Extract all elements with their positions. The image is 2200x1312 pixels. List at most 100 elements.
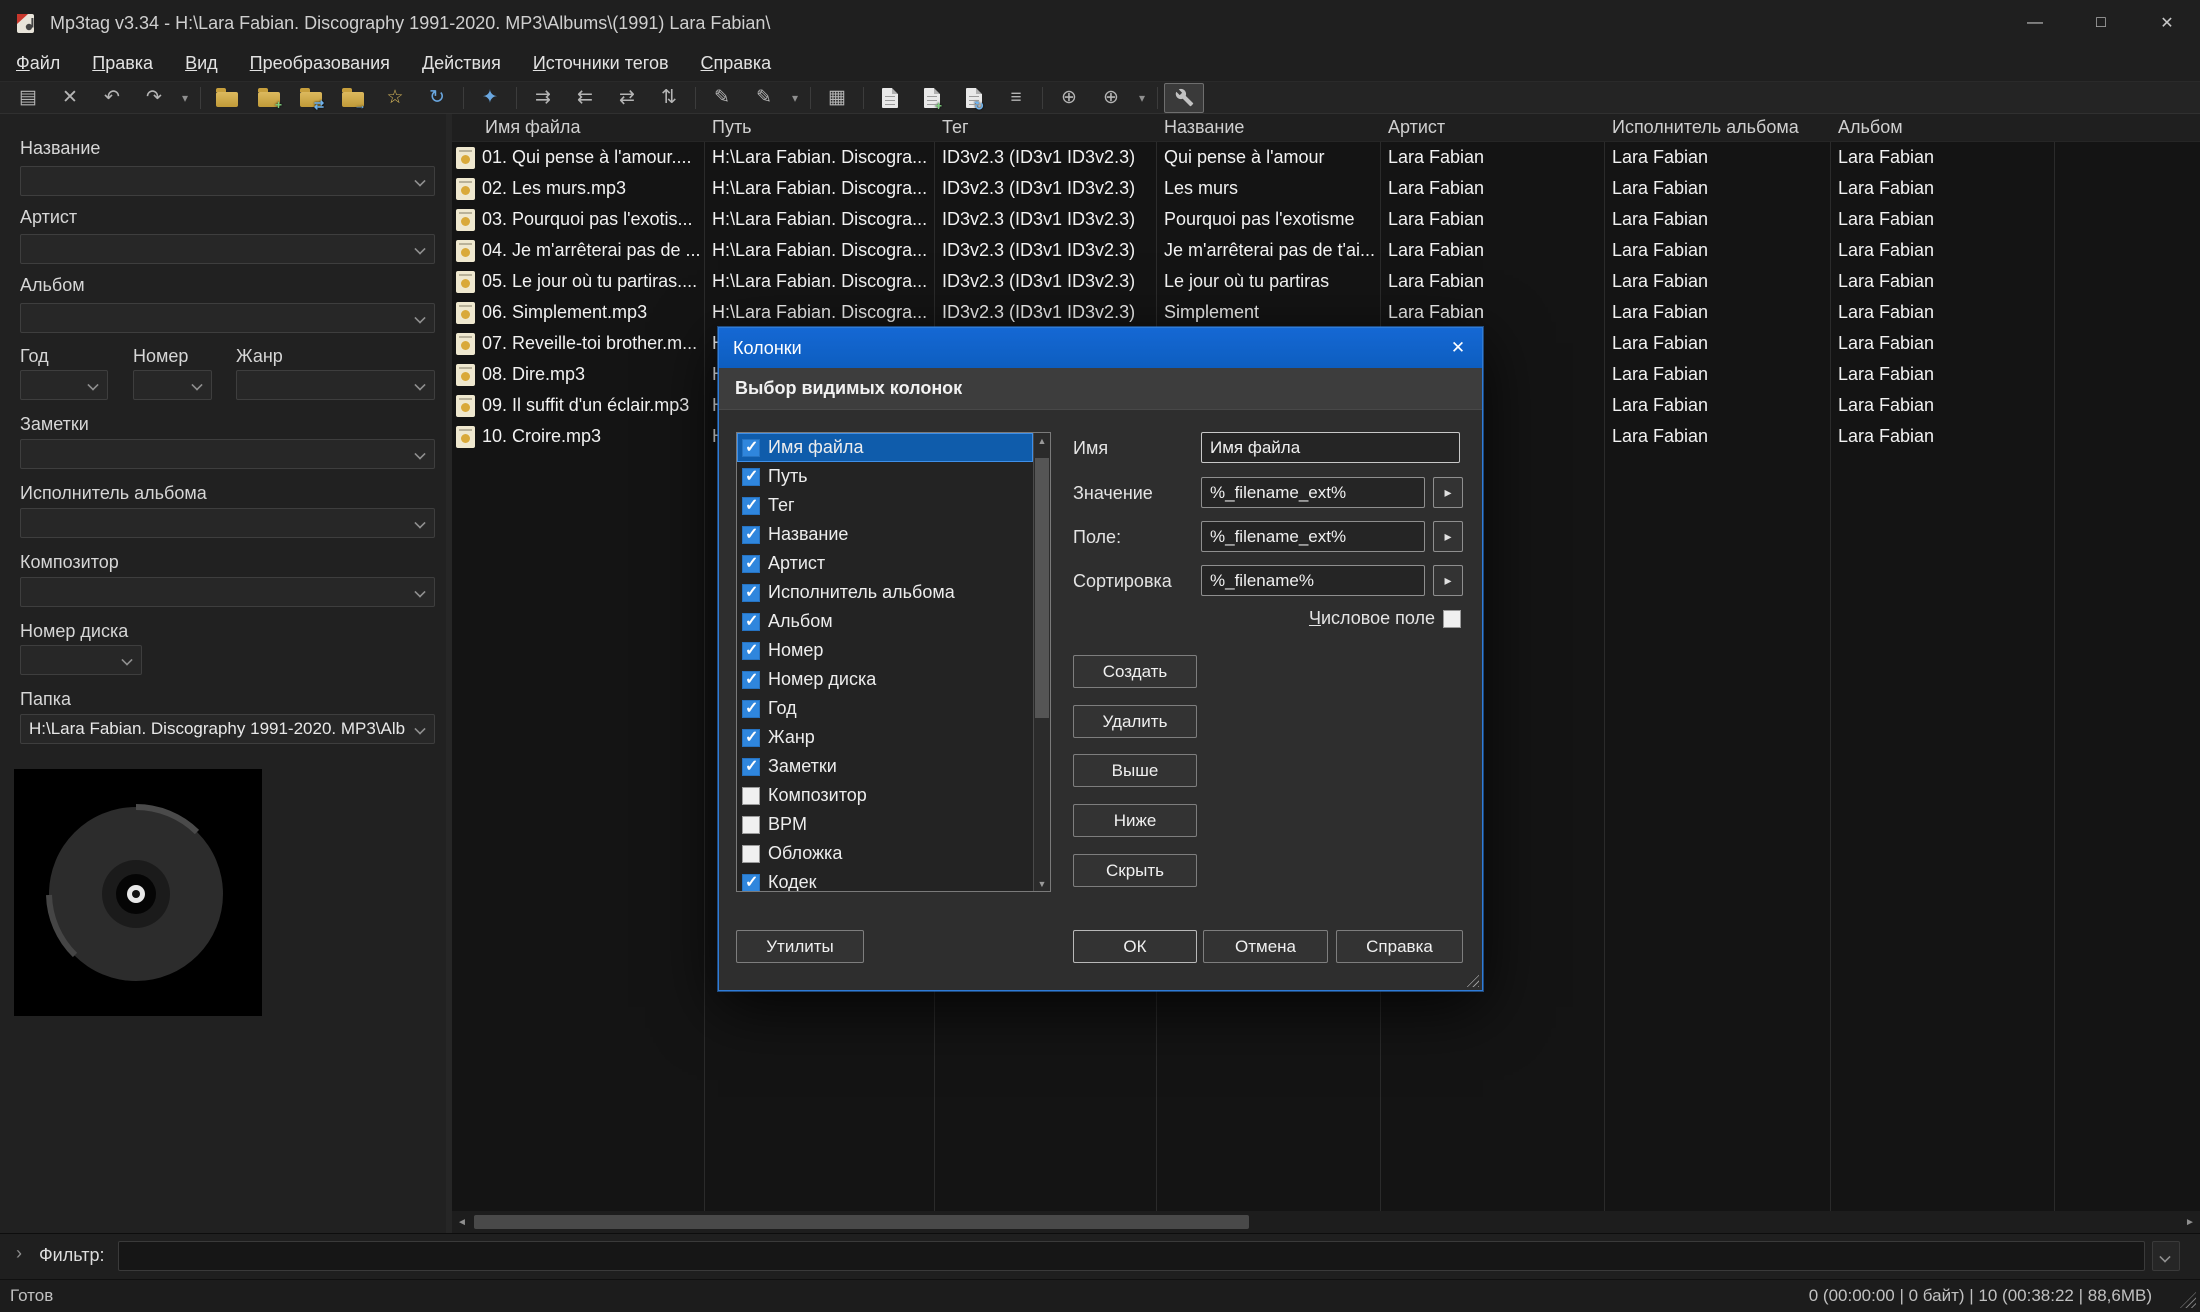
actions-button[interactable]: ✎ bbox=[702, 83, 742, 113]
column-name-input[interactable] bbox=[1201, 432, 1460, 463]
add-directory-button[interactable]: + bbox=[249, 83, 289, 113]
chevron-down-icon[interactable] bbox=[414, 243, 425, 254]
filter-history-button[interactable] bbox=[2152, 1241, 2180, 1271]
menu-item[interactable]: Вид bbox=[169, 46, 234, 81]
header-title[interactable]: Название bbox=[1156, 114, 1380, 141]
chevron-down-icon[interactable] bbox=[414, 586, 425, 597]
column-list-item[interactable]: Название bbox=[737, 520, 1033, 549]
column-list-item[interactable]: Имя файла bbox=[737, 433, 1033, 462]
genre-combobox[interactable] bbox=[236, 370, 435, 400]
table-row[interactable]: 04. Je m'arrêterai pas de ... H:\Lara Fa… bbox=[452, 235, 2200, 266]
header-path[interactable]: Путь bbox=[704, 114, 934, 141]
checkbox-icon[interactable] bbox=[742, 526, 760, 544]
chevron-down-icon[interactable] bbox=[414, 312, 425, 323]
column-list-item[interactable]: BPM bbox=[737, 810, 1033, 839]
artist-combobox[interactable] bbox=[20, 234, 435, 264]
help-button[interactable]: Справка bbox=[1336, 930, 1463, 963]
scrollbar-thumb[interactable] bbox=[1035, 458, 1049, 718]
header-filename[interactable]: Имя файла bbox=[452, 114, 704, 141]
menu-item[interactable]: Файл bbox=[0, 46, 76, 81]
column-list-item[interactable]: Обложка bbox=[737, 839, 1033, 868]
actions-quick-button[interactable]: ✎ bbox=[744, 83, 784, 113]
checkbox-icon[interactable] bbox=[742, 671, 760, 689]
playlist-refresh-button[interactable]: ↻ bbox=[954, 83, 994, 113]
tag-to-filename-button[interactable]: ⇉ bbox=[523, 83, 563, 113]
actions-dropdown-button[interactable]: ▾ bbox=[786, 83, 804, 113]
save-tag-button[interactable]: ▤ bbox=[8, 83, 48, 113]
comment-combobox[interactable] bbox=[20, 439, 435, 469]
utilities-button[interactable]: Утилиты bbox=[736, 930, 864, 963]
checkbox-icon[interactable] bbox=[742, 700, 760, 718]
value-input[interactable] bbox=[1201, 477, 1425, 508]
filter-input[interactable] bbox=[118, 1241, 2145, 1271]
checkbox-icon[interactable] bbox=[742, 497, 760, 515]
menu-item[interactable]: Правка bbox=[76, 46, 169, 81]
favorites-button[interactable]: ☆ bbox=[375, 83, 415, 113]
close-button[interactable]: ✕ bbox=[2134, 0, 2200, 46]
checkbox-icon[interactable] bbox=[742, 584, 760, 602]
move-directory-button[interactable]: → bbox=[333, 83, 373, 113]
column-list-item[interactable]: Исполнитель альбома bbox=[737, 578, 1033, 607]
sort-expand-button[interactable]: ▸ bbox=[1433, 565, 1463, 596]
sort-input[interactable] bbox=[1201, 565, 1425, 596]
redo-button[interactable]: ↷ bbox=[134, 83, 174, 113]
album-combobox[interactable] bbox=[20, 303, 435, 333]
scroll-left-button[interactable]: ◄ bbox=[452, 1211, 472, 1233]
chevron-down-icon[interactable] bbox=[121, 654, 132, 665]
tracklist-button[interactable]: ≡ bbox=[996, 83, 1036, 113]
copy-directory-button[interactable]: ⇄ bbox=[291, 83, 331, 113]
year-combobox[interactable] bbox=[20, 370, 108, 400]
scroll-up-button[interactable]: ▲ bbox=[1034, 433, 1050, 448]
export-button[interactable] bbox=[870, 83, 910, 113]
refresh-button[interactable]: ↻ bbox=[417, 83, 457, 113]
album-artist-combobox[interactable] bbox=[20, 508, 435, 538]
filename-to-tag-button[interactable]: ⇇ bbox=[565, 83, 605, 113]
column-list-item[interactable]: Композитор bbox=[737, 781, 1033, 810]
folder-combobox[interactable]: H:\Lara Fabian. Discography 1991-2020. M… bbox=[20, 714, 435, 744]
track-combobox[interactable] bbox=[133, 370, 212, 400]
numeric-field-checkbox[interactable] bbox=[1443, 610, 1461, 628]
undo-button[interactable]: ↶ bbox=[92, 83, 132, 113]
disc-number-combobox[interactable] bbox=[20, 645, 142, 675]
table-row[interactable]: 05. Le jour où tu partiras.... H:\Lara F… bbox=[452, 266, 2200, 297]
header-tag[interactable]: Тег bbox=[934, 114, 1156, 141]
checkbox-icon[interactable] bbox=[742, 816, 760, 834]
checkbox-icon[interactable] bbox=[742, 555, 760, 573]
table-row[interactable]: 02. Les murs.mp3 H:\Lara Fabian. Discogr… bbox=[452, 173, 2200, 204]
header-album-artist[interactable]: Исполнитель альбома bbox=[1604, 114, 1830, 141]
chevron-down-icon[interactable] bbox=[87, 379, 98, 390]
move-up-button[interactable]: Выше bbox=[1073, 754, 1197, 787]
menu-item[interactable]: Преобразования bbox=[234, 46, 406, 81]
remove-tag-button[interactable]: ✕ bbox=[50, 83, 90, 113]
checkbox-icon[interactable] bbox=[742, 729, 760, 747]
checkbox-icon[interactable] bbox=[742, 874, 760, 892]
checkbox-icon[interactable] bbox=[742, 642, 760, 660]
minimize-button[interactable]: — bbox=[2002, 0, 2068, 46]
extended-tags-button[interactable]: ▦ bbox=[817, 83, 857, 113]
scrollbar-thumb[interactable] bbox=[474, 1215, 1249, 1229]
title-combobox[interactable] bbox=[20, 166, 435, 196]
playlist-new-button[interactable]: + bbox=[912, 83, 952, 113]
tag-swap-button[interactable]: ⇅ bbox=[649, 83, 689, 113]
web-database-button[interactable]: ⊕ bbox=[1049, 83, 1089, 113]
listbox-scrollbar[interactable]: ▲ ▼ bbox=[1033, 433, 1050, 891]
column-list-item[interactable]: Альбом bbox=[737, 607, 1033, 636]
cancel-button[interactable]: Отмена bbox=[1203, 930, 1328, 963]
chevron-down-icon[interactable] bbox=[414, 175, 425, 186]
album-art[interactable] bbox=[14, 769, 262, 1016]
column-list-item[interactable]: Заметки bbox=[737, 752, 1033, 781]
value-expand-button[interactable]: ▸ bbox=[1433, 477, 1463, 508]
header-artist[interactable]: Артист bbox=[1380, 114, 1604, 141]
column-list-item[interactable]: Жанр bbox=[737, 723, 1033, 752]
create-button[interactable]: Создать bbox=[1073, 655, 1197, 688]
table-row[interactable]: 01. Qui pense à l'amour.... H:\Lara Fabi… bbox=[452, 142, 2200, 173]
composer-combobox[interactable] bbox=[20, 577, 435, 607]
field-expand-button[interactable]: ▸ bbox=[1433, 521, 1463, 552]
undo-dropdown-button[interactable]: ▾ bbox=[176, 83, 194, 113]
column-list-item[interactable]: Номер диска bbox=[737, 665, 1033, 694]
tag-copy-button[interactable]: ⇄ bbox=[607, 83, 647, 113]
menu-item[interactable]: Источники тегов bbox=[517, 46, 685, 81]
table-row[interactable]: 03. Pourquoi pas l'exotis... H:\Lara Fab… bbox=[452, 204, 2200, 235]
horizontal-scrollbar[interactable]: ◄ ► bbox=[452, 1211, 2200, 1233]
column-list-item[interactable]: Год bbox=[737, 694, 1033, 723]
